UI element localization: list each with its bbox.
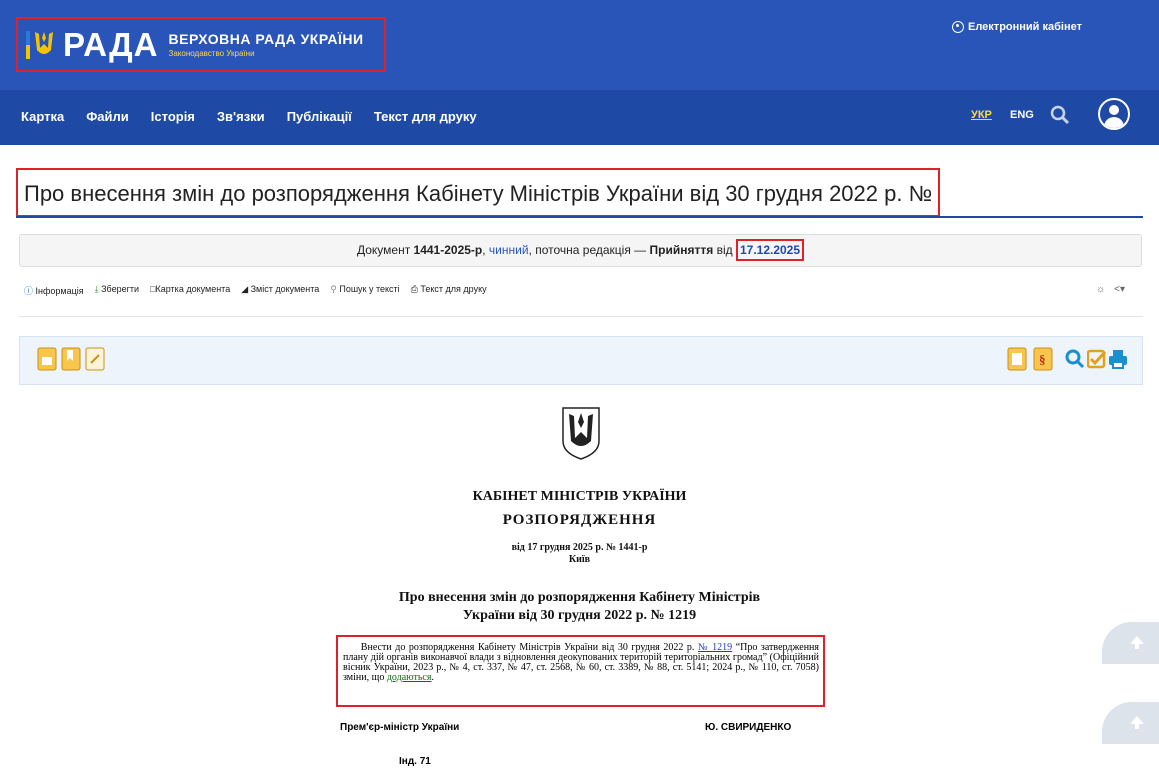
- save-link[interactable]: ⤓ Зберегти: [95, 284, 139, 297]
- document-toolbar: ⓘ Інформація ⤓ Зберегти □Картка документ…: [24, 284, 487, 297]
- attached-link[interactable]: додаються: [387, 672, 432, 683]
- lang-eng-link[interactable]: ENG: [1010, 109, 1034, 121]
- doc-main-paragraph: Внести до розпорядження Кабінету Міністр…: [336, 635, 825, 707]
- info-link[interactable]: ⓘ Інформація: [24, 284, 84, 297]
- adoption-date[interactable]: 17.12.2025: [735, 239, 805, 261]
- brand-subtitle: Законодавство України: [168, 49, 255, 58]
- doc-org: КАБІНЕТ МІНІСТРІВ УКРАЇНИ: [472, 489, 687, 504]
- print-label: Текст для друку: [420, 284, 487, 294]
- doc-state[interactable]: чинний: [489, 243, 529, 257]
- check-icon[interactable]: [1087, 347, 1107, 371]
- doc-heading-line-2: України від 30 грудня 2022 р. № 1219: [462, 608, 697, 623]
- title-divider: [16, 216, 1143, 218]
- brand-title: ВЕРХОВНА РАДА УКРАЇНИ: [168, 31, 364, 47]
- lang-ukr-link[interactable]: УКР: [971, 109, 992, 121]
- contents-link[interactable]: ◢ Зміст документа: [241, 284, 319, 297]
- toolbar-divider: [19, 316, 1143, 317]
- trident-icon: [35, 31, 53, 54]
- info-label: Інформація: [35, 286, 84, 296]
- document-folder-icon[interactable]: [37, 347, 57, 371]
- page-title: Про внесення змін до розпорядження Кабін…: [16, 168, 940, 217]
- electronic-cabinet-link[interactable]: Електронний кабінет: [952, 21, 1082, 33]
- scroll-up-button[interactable]: [1102, 622, 1159, 664]
- user-circle-icon: [952, 21, 964, 33]
- para-text-3: .: [431, 672, 434, 683]
- coat-of-arms-icon: [562, 407, 600, 460]
- print-link[interactable]: ⎙ Текст для друку: [411, 284, 487, 297]
- document-status-bar: Документ 1441-2025-р, чинний, поточна ре…: [19, 234, 1142, 267]
- settings-icon[interactable]: ☼: [1096, 284, 1105, 295]
- signer-name: Ю. СВИРИДЕНКО: [705, 722, 792, 733]
- document-icon-bar: §: [19, 336, 1143, 385]
- search-text-link[interactable]: ⚲ Пошук у тексті: [330, 284, 399, 297]
- status-prefix: Документ: [356, 243, 411, 257]
- doc-index: Інд. 71: [399, 756, 431, 767]
- link-icon[interactable]: [85, 347, 105, 371]
- nav-item-files[interactable]: Файли: [86, 109, 129, 124]
- cabinet-label: Електронний кабінет: [968, 21, 1082, 33]
- doc-heading-line-1: Про внесення змін до розпорядження Кабін…: [398, 590, 761, 605]
- brand-word: РАДА: [63, 25, 159, 63]
- status-edition: , поточна редакція —: [528, 243, 647, 257]
- nav-item-history[interactable]: Історія: [151, 109, 195, 124]
- avatar[interactable]: [1098, 98, 1130, 130]
- find-icon[interactable]: [1065, 347, 1085, 371]
- card-link[interactable]: □Картка документа: [150, 284, 230, 297]
- site-logo[interactable]: РАДА ВЕРХОВНА РАДА УКРАЇНИ Законодавство…: [16, 17, 386, 72]
- search-text-label: Пошук у тексті: [339, 284, 400, 294]
- scroll-top-button[interactable]: [1102, 702, 1159, 744]
- adoption-label: Прийняття: [649, 243, 714, 257]
- flag-icon: [26, 30, 30, 59]
- paragraph-icon[interactable]: §: [1033, 347, 1053, 371]
- signer-title: Прем'єр-міністр України: [340, 722, 460, 733]
- nav-item-publications[interactable]: Публікації: [287, 109, 352, 124]
- toolbar-right: ☼ <▾: [1096, 284, 1125, 295]
- doc-city: Київ: [568, 554, 591, 565]
- nav-items: Картка Файли Історія Зв'язки Публікації …: [21, 109, 477, 124]
- bookmark-icon[interactable]: [61, 347, 81, 371]
- printer-icon[interactable]: [1108, 347, 1128, 371]
- nav-item-print-text[interactable]: Текст для друку: [374, 109, 477, 124]
- nav-item-card[interactable]: Картка: [21, 109, 64, 124]
- search-icon[interactable]: [1049, 104, 1071, 126]
- save-label: Зберегти: [101, 284, 140, 294]
- compare-editions-icon[interactable]: [1007, 347, 1027, 371]
- share-icon[interactable]: <▾: [1114, 284, 1125, 295]
- doc-date-line: від 17 грудня 2025 р. № 1441-р: [511, 542, 648, 553]
- doc-number: 1441-2025-р: [413, 243, 483, 257]
- contents-label: Зміст документа: [250, 284, 320, 294]
- site-header: РАДА ВЕРХОВНА РАДА УКРАЇНИ Законодавство…: [0, 0, 1159, 90]
- card-label: Картка документа: [155, 284, 231, 294]
- svg-text:§: §: [1039, 352, 1046, 367]
- brand-text: ВЕРХОВНА РАДА УКРАЇНИ Законодавство Укра…: [169, 31, 364, 58]
- nav-item-links[interactable]: Зв'язки: [217, 109, 265, 124]
- from-label: від: [716, 243, 733, 257]
- doc-type: РОЗПОРЯДЖЕННЯ: [502, 512, 657, 528]
